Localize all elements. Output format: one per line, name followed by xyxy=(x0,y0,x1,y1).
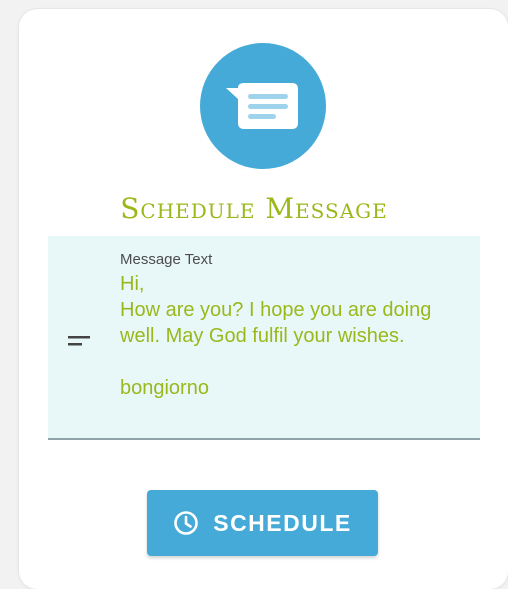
schedule-button[interactable]: SCHEDULE xyxy=(147,490,378,556)
message-text-label: Message Text xyxy=(120,251,213,268)
short-text-icon xyxy=(68,336,90,346)
message-text-field[interactable]: Message Text Hi, How are you? I hope you… xyxy=(48,236,480,440)
message-text-input[interactable]: Hi, How are you? I hope you are doing we… xyxy=(120,271,470,401)
page-title: Schedule Message xyxy=(120,192,388,225)
clock-icon xyxy=(174,511,199,535)
schedule-button-label: SCHEDULE xyxy=(213,509,352,536)
message-bubble-icon xyxy=(226,83,298,129)
app-logo xyxy=(200,43,326,169)
